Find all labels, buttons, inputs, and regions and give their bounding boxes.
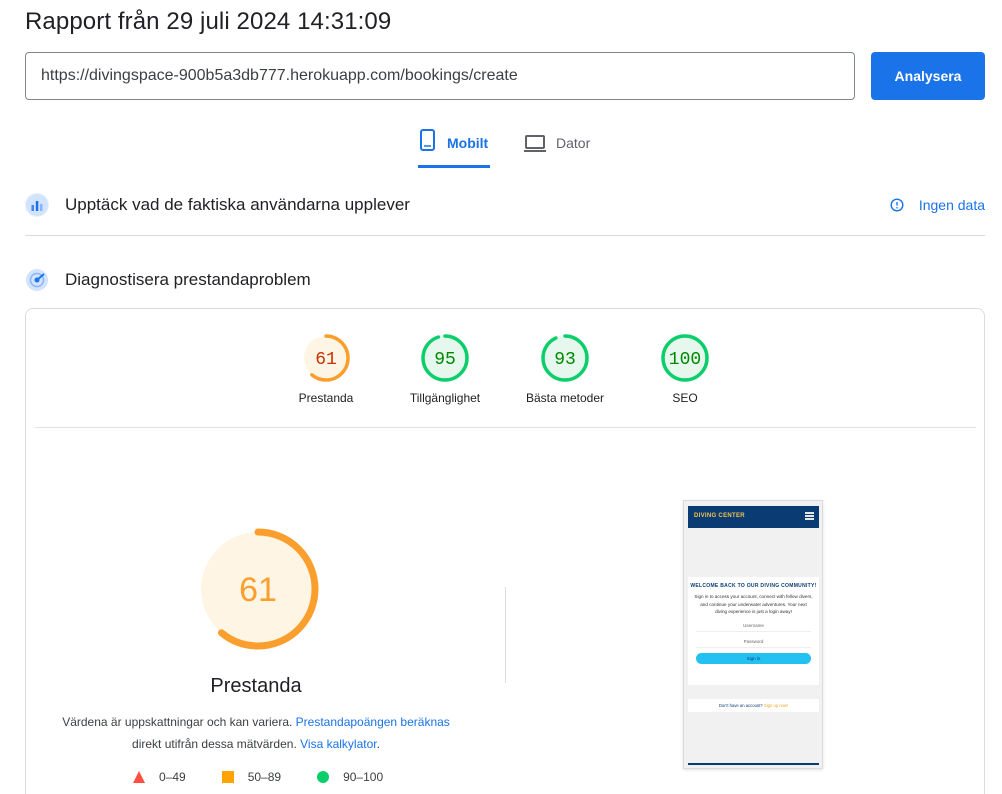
gauge-accessibility[interactable]: 95 Tillgänglighet: [397, 333, 493, 405]
smartphone-icon: [420, 129, 435, 151]
gauge-seo-ring: 100: [661, 334, 709, 382]
page-screenshot: DIVING CENTER WELCOME BACK TO OUR DIVING…: [683, 500, 823, 769]
info-icon: [890, 198, 904, 212]
analyze-button[interactable]: Analysera: [871, 52, 985, 100]
screenshot-login-card: WELCOME BACK TO OUR DIVING COMMUNITY! Si…: [688, 577, 819, 685]
device-tabs: Mobilt Dator: [0, 128, 1002, 168]
users-chart-icon: [25, 193, 49, 217]
gauge-number: 100: [669, 350, 701, 370]
screenshot-heading: WELCOME BACK TO OUR DIVING COMMUNITY!: [690, 583, 817, 589]
gauge-performance-ring: 61: [302, 334, 350, 382]
legend-label: 90–100: [343, 770, 384, 784]
triangle-icon: [133, 771, 145, 783]
screenshot-signin-button: Sign in: [696, 652, 811, 664]
circle-icon: [317, 771, 330, 783]
performance-big-gauge: 61: [197, 528, 319, 650]
laptop-icon: [524, 135, 546, 152]
square-icon: [221, 771, 234, 783]
screenshot-logo: DIVING CENTER: [694, 513, 745, 519]
legend-item-average: 50–89: [221, 770, 282, 784]
desc-text: .: [376, 737, 380, 751]
performance-description: Värdena är uppskattningar och kan varier…: [56, 711, 456, 755]
performance-title: Prestanda: [210, 675, 302, 697]
vertical-separator: [505, 587, 506, 683]
diagnose-label: Diagnostisera prestandaproblem: [65, 270, 311, 289]
diagnose-section-header: Diagnostisera prestandaproblem: [25, 262, 985, 298]
gauge-number: 93: [554, 350, 576, 370]
desc-text: Värdena är uppskattningar och kan varier…: [62, 715, 296, 729]
screenshot-signup-link: Sign up now!: [763, 703, 789, 708]
gauge-seo[interactable]: 100 SEO: [637, 333, 733, 405]
legend-item-fail: 0–49: [133, 770, 186, 784]
url-input[interactable]: [25, 52, 855, 100]
card-divider: [35, 427, 976, 428]
gauge-best-practices-ring: 93: [541, 334, 589, 382]
gauge-accessibility-ring: 95: [421, 334, 469, 382]
gauge-best-practices[interactable]: 93 Bästa metoder: [517, 333, 613, 405]
legend-label: 0–49: [159, 770, 186, 784]
lighthouse-icon: [25, 268, 49, 292]
gauge-performance[interactable]: 61 Prestanda: [278, 333, 374, 405]
score-calc-link[interactable]: Prestandapoängen beräknas: [296, 715, 450, 729]
gauge-number: 61: [315, 350, 337, 370]
no-data-label: Ingen data: [918, 197, 985, 213]
gauge-label: Bästa metoder: [525, 391, 605, 405]
crux-section-header: Upptäck vad de faktiska användarna upple…: [25, 187, 985, 223]
gauge-label: Tillgänglighet: [409, 391, 481, 405]
crux-label: Upptäck vad de faktiska användarna upple…: [65, 195, 410, 214]
tab-desktop-label: Dator: [556, 135, 591, 151]
screenshot-intro: Sign in to access your account, connect …: [694, 594, 813, 614]
screenshot-signup-bar: Don't have an account? Sign up now!: [688, 699, 819, 712]
score-legend: 0–49 50–89 90–100: [133, 770, 419, 784]
legend-label: 50–89: [247, 770, 282, 784]
no-data-link[interactable]: Ingen data: [890, 197, 985, 213]
tab-desktop[interactable]: Dator: [523, 128, 590, 168]
calculator-link[interactable]: Visa kalkylator: [300, 737, 376, 751]
big-gauge-number: 61: [239, 571, 277, 609]
tab-mobile[interactable]: Mobilt: [418, 128, 490, 168]
hamburger-menu-icon: [805, 512, 814, 520]
gauge-label: SEO: [672, 391, 698, 405]
gauge-number: 95: [434, 350, 456, 370]
screenshot-footer-text: Don't have an account?: [718, 703, 764, 708]
page-title: Rapport från 29 juli 2024 14:31:09: [25, 8, 392, 35]
screenshot-username-field: Username: [696, 619, 811, 632]
section-divider: [25, 235, 985, 236]
desc-text: direkt utifrån dessa mätvärden.: [132, 737, 301, 751]
screenshot-navbar: DIVING CENTER: [688, 506, 819, 528]
screenshot-password-field: Password: [696, 635, 811, 648]
legend-item-pass: 90–100: [317, 770, 383, 784]
gauge-label: Prestanda: [298, 391, 354, 405]
scores-card: 61 Prestanda 95 Tillgänglighet 93 Bästa …: [25, 308, 985, 794]
tab-mobile-label: Mobilt: [447, 135, 489, 151]
screenshot-bottom-bar: [688, 763, 819, 765]
